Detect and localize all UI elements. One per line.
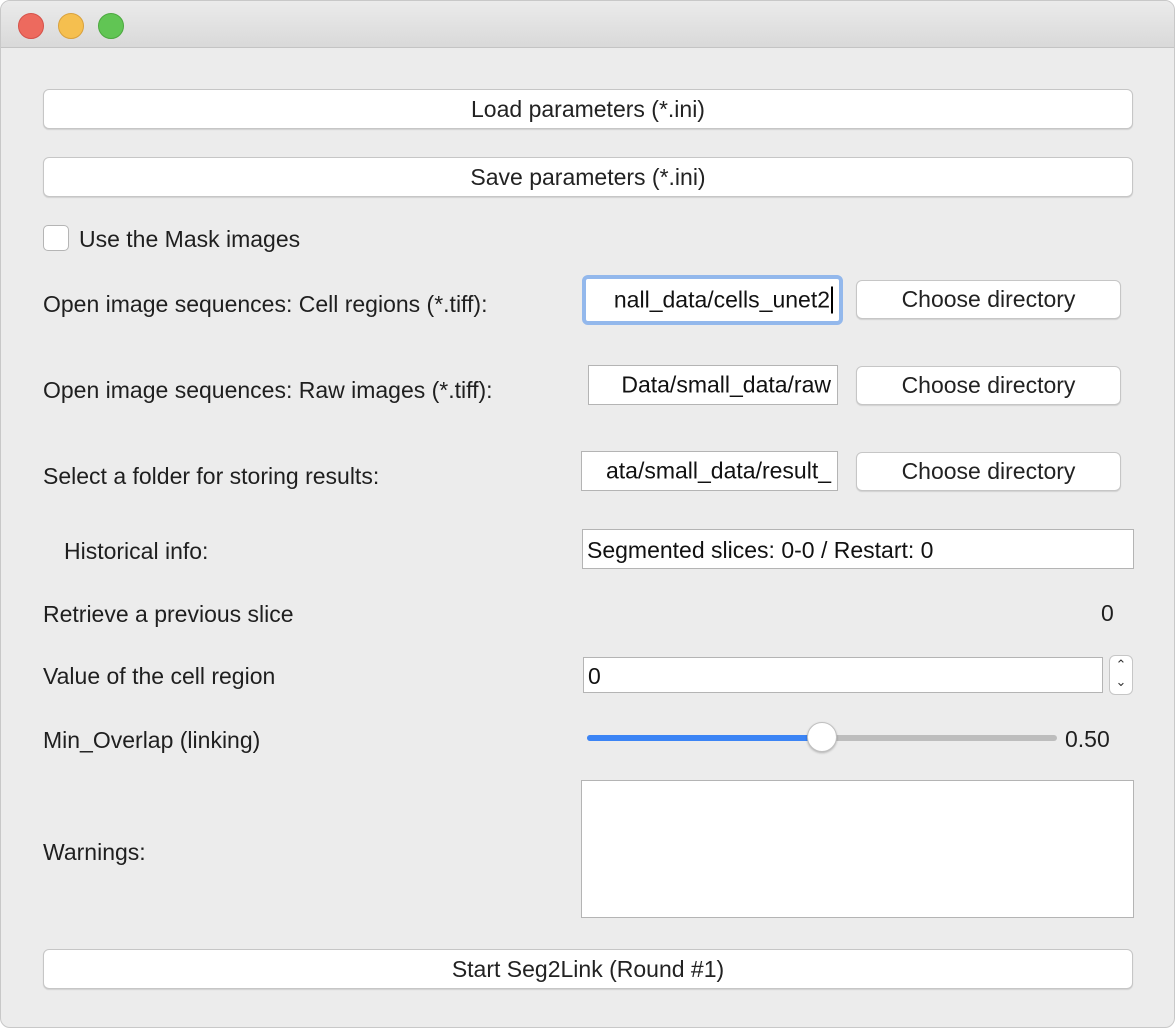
retrieve-slice-label: Retrieve a previous slice — [43, 601, 294, 627]
cell-region-value-stepper[interactable]: ⌃ ⌄ — [1109, 655, 1133, 695]
cell-region-value-input[interactable]: 0 — [583, 657, 1103, 693]
cell-regions-path-value: nall_data/cells_unet2 — [614, 286, 833, 314]
start-seg2link-button[interactable]: Start Seg2Link (Round #1) — [43, 949, 1133, 989]
slider-fill — [587, 735, 822, 741]
results-folder-path-input[interactable]: ata/small_data/result_ — [581, 451, 838, 491]
cell-regions-path-input[interactable]: nall_data/cells_unet2 — [582, 275, 843, 325]
historical-info-label: Historical info: — [64, 538, 209, 564]
load-parameters-button[interactable]: Load parameters (*.ini) — [43, 89, 1133, 129]
raw-images-path-input[interactable]: Data/small_data/raw — [588, 365, 838, 405]
chevron-down-icon[interactable]: ⌄ — [1110, 673, 1132, 690]
results-folder-path-value: ata/small_data/result_ — [605, 457, 831, 484]
results-folder-label: Select a folder for storing results: — [43, 463, 380, 489]
min-overlap-slider[interactable] — [587, 722, 1057, 752]
raw-images-path-value: Data/small_data/raw — [621, 371, 831, 398]
min-overlap-value: 0.50 — [1065, 726, 1110, 752]
use-mask-label: Use the Mask images — [79, 226, 301, 252]
cell-region-value-label: Value of the cell region — [43, 663, 276, 689]
retrieve-slice-value[interactable]: 0 — [1101, 600, 1114, 627]
app-window: Load parameters (*.ini) Save parameters … — [0, 0, 1175, 1028]
choose-raw-images-directory-button[interactable]: Choose directory — [856, 366, 1121, 405]
use-mask-checkbox[interactable] — [43, 225, 69, 251]
minimize-window-button[interactable] — [58, 13, 84, 39]
close-window-button[interactable] — [18, 13, 44, 39]
warnings-textbox[interactable] — [581, 780, 1134, 918]
choose-results-directory-button[interactable]: Choose directory — [856, 452, 1121, 491]
min-overlap-label: Min_Overlap (linking) — [43, 727, 261, 753]
slider-handle[interactable] — [807, 722, 837, 752]
historical-info-field: Segmented slices: 0-0 / Restart: 0 — [582, 529, 1134, 569]
raw-images-label: Open image sequences: Raw images (*.tiff… — [43, 377, 493, 403]
title-bar — [1, 1, 1174, 48]
zoom-window-button[interactable] — [98, 13, 124, 39]
warnings-label: Warnings: — [43, 839, 146, 865]
cell-regions-label: Open image sequences: Cell regions (*.ti… — [43, 291, 488, 317]
choose-cell-regions-directory-button[interactable]: Choose directory — [856, 280, 1121, 319]
chevron-up-icon[interactable]: ⌃ — [1110, 656, 1132, 673]
save-parameters-button[interactable]: Save parameters (*.ini) — [43, 157, 1133, 197]
